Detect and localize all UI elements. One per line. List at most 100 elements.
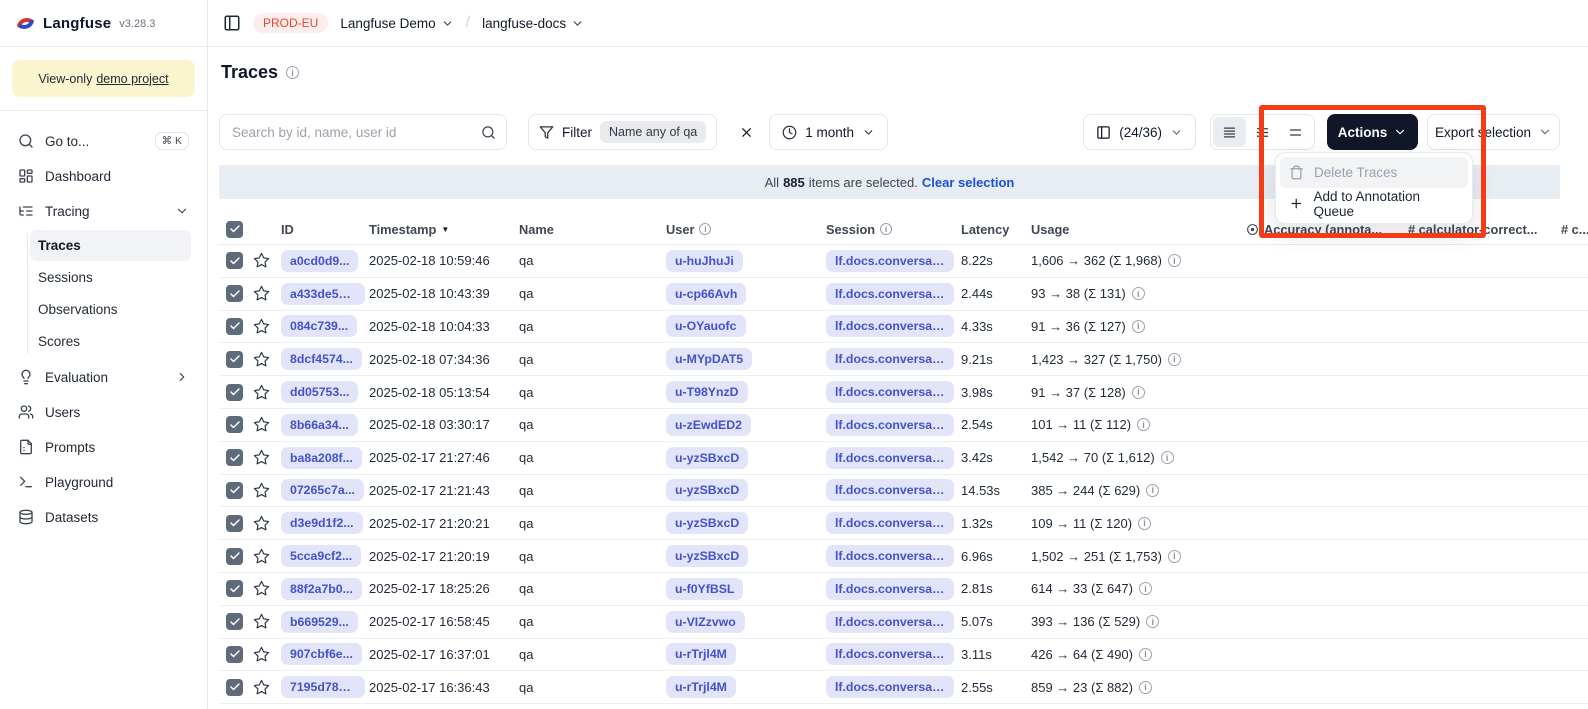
star-icon[interactable]	[253, 613, 270, 630]
filter-button[interactable]: Filter Name any of qa	[528, 114, 717, 150]
session-badge[interactable]: lf.docs.conversation...	[826, 545, 954, 567]
table-row[interactable]: 8b66a34... 2025-02-18 03:30:17 qa u-zEwd…	[219, 409, 1588, 442]
trace-id-badge[interactable]: 084c739...	[281, 315, 357, 337]
row-checkbox[interactable]	[226, 318, 243, 335]
header-id[interactable]: ID	[281, 222, 369, 237]
sidebar-item-datasets[interactable]: Datasets	[0, 501, 201, 533]
session-badge[interactable]: lf.docs.conversation...	[826, 414, 954, 436]
session-badge[interactable]: lf.docs.conversation...	[826, 479, 954, 501]
search-icon[interactable]	[481, 125, 496, 140]
user-badge[interactable]: u-rTrjl4M	[666, 643, 736, 665]
row-height-large-button[interactable]	[1279, 117, 1312, 147]
trace-id-badge[interactable]: 5cca9cf2...	[281, 545, 361, 567]
trace-id-badge[interactable]: ba8a208f...	[281, 447, 362, 469]
star-icon[interactable]	[253, 515, 270, 532]
trace-id-badge[interactable]: d3e9d1f2...	[281, 512, 363, 534]
table-row[interactable]: 07265c7a... 2025-02-17 21:21:43 qa u-yzS…	[219, 475, 1588, 508]
session-badge[interactable]: lf.docs.conversation...	[826, 315, 954, 337]
sidebar-item-goto[interactable]: Go to... ⌘ K	[0, 125, 201, 157]
row-checkbox[interactable]	[226, 252, 243, 269]
trace-id-badge[interactable]: b669529...	[281, 611, 358, 633]
star-icon[interactable]	[253, 646, 270, 663]
sidebar-item-evaluation[interactable]: Evaluation	[0, 361, 201, 393]
star-icon[interactable]	[253, 318, 270, 335]
star-icon[interactable]	[253, 384, 270, 401]
demo-project-link[interactable]: demo project	[96, 72, 168, 86]
header-more[interactable]: # c...	[1561, 222, 1588, 237]
row-checkbox[interactable]	[226, 515, 243, 532]
header-user[interactable]: User	[666, 222, 826, 237]
sidebar-item-playground[interactable]: Playground	[0, 466, 201, 498]
table-row[interactable]: dd05753... 2025-02-18 05:13:54 qa u-T98Y…	[219, 376, 1588, 409]
trace-id-badge[interactable]: 907cbf6e...	[281, 643, 362, 665]
table-row[interactable]: 084c739... 2025-02-18 10:04:33 qa u-OYau…	[219, 311, 1588, 344]
table-row[interactable]: b669529... 2025-02-17 16:58:45 qa u-VIZz…	[219, 606, 1588, 639]
user-badge[interactable]: u-yzSBxcD	[666, 479, 748, 501]
table-row[interactable]: 8dcf4574... 2025-02-18 07:34:36 qa u-MYp…	[219, 343, 1588, 376]
sidebar-item-dashboard[interactable]: Dashboard	[0, 160, 201, 192]
session-badge[interactable]: lf.docs.conversation...	[826, 250, 954, 272]
table-row[interactable]: a0cd0d9... 2025-02-18 10:59:46 qa u-huJh…	[219, 245, 1588, 278]
trace-id-badge[interactable]: a433de51...	[281, 283, 365, 305]
panel-left-icon[interactable]	[223, 14, 241, 32]
trace-id-badge[interactable]: 8b66a34...	[281, 414, 358, 436]
row-checkbox[interactable]	[226, 580, 243, 597]
user-badge[interactable]: u-VIZzvwo	[666, 611, 745, 633]
actions-button[interactable]: Actions	[1327, 114, 1418, 150]
trace-id-badge[interactable]: 8dcf4574...	[281, 348, 362, 370]
timerange-button[interactable]: 1 month	[769, 114, 888, 150]
header-latency[interactable]: Latency	[961, 222, 1031, 237]
row-checkbox[interactable]	[226, 351, 243, 368]
header-timestamp[interactable]: Timestamp▼	[369, 222, 519, 237]
star-icon[interactable]	[253, 449, 270, 466]
user-badge[interactable]: u-rTrjl4M	[666, 676, 736, 698]
user-badge[interactable]: u-f0YfBSL	[666, 578, 743, 600]
star-icon[interactable]	[253, 351, 270, 368]
star-icon[interactable]	[253, 679, 270, 696]
user-badge[interactable]: u-cp66Avh	[666, 283, 746, 305]
sidebar-item-sessions[interactable]: Sessions	[30, 262, 191, 293]
row-checkbox[interactable]	[226, 384, 243, 401]
columns-button[interactable]: (24/36)	[1083, 114, 1196, 150]
session-badge[interactable]: lf.docs.conversation...	[826, 348, 954, 370]
session-badge[interactable]: lf.docs.conversation...	[826, 447, 954, 469]
sidebar-item-observations[interactable]: Observations	[30, 294, 191, 325]
session-badge[interactable]: lf.docs.conversation...	[826, 512, 954, 534]
session-badge[interactable]: lf.docs.conversation...	[826, 578, 954, 600]
row-checkbox[interactable]	[226, 613, 243, 630]
row-checkbox[interactable]	[226, 416, 243, 433]
session-badge[interactable]: lf.docs.conversation...	[826, 643, 954, 665]
user-badge[interactable]: u-yzSBxcD	[666, 512, 748, 534]
menu-item-delete-traces[interactable]: Delete Traces	[1280, 157, 1468, 188]
header-name[interactable]: Name	[519, 222, 666, 237]
org-selector[interactable]: Langfuse Demo	[340, 16, 453, 31]
user-badge[interactable]: u-huJhuJi	[666, 250, 743, 272]
user-badge[interactable]: u-yzSBxcD	[666, 447, 748, 469]
user-badge[interactable]: u-OYauofc	[666, 315, 746, 337]
sidebar-item-prompts[interactable]: Prompts	[0, 431, 201, 463]
table-row[interactable]: a433de51... 2025-02-18 10:43:39 qa u-cp6…	[219, 278, 1588, 311]
table-row[interactable]: ba8a208f... 2025-02-17 21:27:46 qa u-yzS…	[219, 442, 1588, 475]
trace-id-badge[interactable]: dd05753...	[281, 381, 358, 403]
clear-filter-button[interactable]	[731, 117, 761, 147]
session-badge[interactable]: lf.docs.conversation...	[826, 283, 954, 305]
export-selection-button[interactable]: Export selection	[1427, 114, 1560, 150]
trace-id-badge[interactable]: a0cd0d9...	[281, 250, 358, 272]
trace-id-badge[interactable]: 88f2a7b0...	[281, 578, 362, 600]
star-icon[interactable]	[253, 285, 270, 302]
row-checkbox[interactable]	[226, 646, 243, 663]
menu-item-add-to-annotation-queue[interactable]: Add to Annotation Queue	[1280, 188, 1468, 219]
row-checkbox[interactable]	[226, 285, 243, 302]
row-checkbox[interactable]	[226, 548, 243, 565]
search-box[interactable]	[219, 114, 507, 150]
star-icon[interactable]	[253, 416, 270, 433]
select-all-checkbox[interactable]	[226, 221, 243, 238]
sidebar-item-scores[interactable]: Scores	[30, 326, 191, 357]
user-badge[interactable]: u-zEwdED2	[666, 414, 751, 436]
user-badge[interactable]: u-MYpDAT5	[666, 348, 752, 370]
star-icon[interactable]	[253, 252, 270, 269]
table-row[interactable]: 88f2a7b0... 2025-02-17 18:25:26 qa u-f0Y…	[219, 573, 1588, 606]
search-input[interactable]	[232, 125, 473, 140]
header-session[interactable]: Session	[826, 222, 961, 237]
user-badge[interactable]: u-yzSBxcD	[666, 545, 748, 567]
